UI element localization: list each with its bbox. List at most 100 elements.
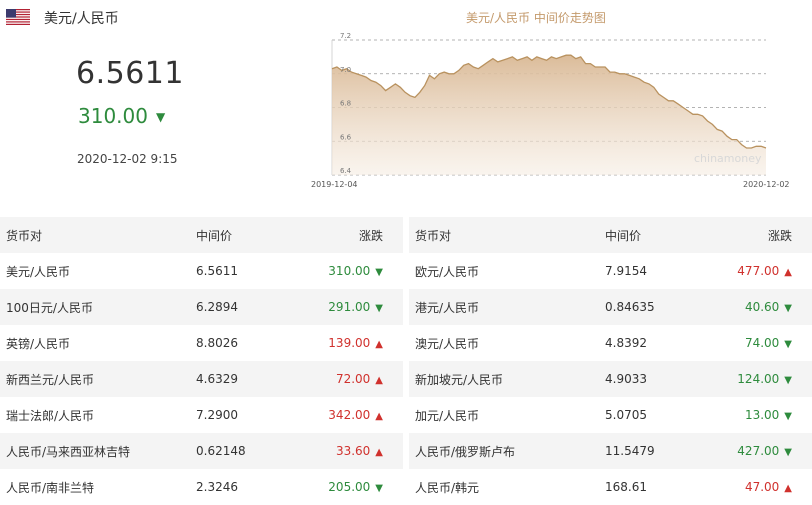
- table-row[interactable]: 人民币/韩元 168.61 47.00 ▲: [409, 469, 812, 505]
- pair-cell[interactable]: 新加坡元/人民币: [409, 361, 605, 397]
- table-row[interactable]: 英镑/人民币 8.8026 139.00 ▲: [0, 325, 403, 361]
- change-cell: 124.00 ▼: [717, 361, 812, 397]
- mid-cell: 11.5479: [605, 444, 655, 458]
- triangle-down-icon: ▼: [784, 303, 792, 314]
- pair-cell[interactable]: 人民币/韩元: [409, 469, 605, 505]
- table-row[interactable]: 澳元/人民币 4.8392 74.00 ▼: [409, 325, 812, 361]
- mid-cell: 4.6329: [196, 372, 238, 386]
- table-row[interactable]: 人民币/马来西亚林吉特 0.62148 33.60 ▲: [0, 433, 403, 469]
- change-value: 291.00: [328, 300, 371, 314]
- chart-title: 美元/人民币 中间价走势图: [466, 11, 606, 25]
- table-row[interactable]: 欧元/人民币 7.9154 477.00 ▲: [409, 253, 812, 289]
- table-row[interactable]: 港元/人民币 0.84635 40.60 ▼: [409, 289, 812, 325]
- change-cell: 33.60 ▲: [308, 433, 403, 469]
- change-value: 40.60: [744, 300, 780, 314]
- table-row[interactable]: 新西兰元/人民币 4.6329 72.00 ▲: [0, 361, 403, 397]
- triangle-up-icon: ▲: [784, 483, 792, 494]
- us-flag-icon: [6, 9, 30, 25]
- change-value: 477.00: [737, 264, 780, 278]
- pair-cell[interactable]: 人民币/马来西亚林吉特: [0, 433, 196, 469]
- table-header-row: 货币对 中间价 涨跌: [0, 217, 403, 253]
- mid-cell: 168.61: [605, 480, 647, 494]
- header-change: 涨跌: [767, 228, 792, 243]
- triangle-down-icon: ▼: [375, 483, 383, 494]
- pair-cell[interactable]: 瑞士法郎/人民币: [0, 397, 196, 433]
- triangle-down-icon: ▼: [784, 447, 792, 458]
- y-tick-label: 6.6: [340, 133, 352, 141]
- mid-cell: 0.62148: [196, 444, 246, 458]
- table-row[interactable]: 加元/人民币 5.0705 13.00 ▼: [409, 397, 812, 433]
- header-mid: 中间价: [196, 228, 233, 243]
- y-tick-label: 7.2: [340, 32, 351, 40]
- header-pair: 货币对: [6, 228, 43, 243]
- rate-change: 310.00 ▼: [78, 104, 165, 128]
- mid-cell: 5.0705: [605, 408, 647, 422]
- rates-table-left: 货币对 中间价 涨跌 美元/人民币 6.5611 310.00 ▼ 100日元/人民币 6…: [0, 217, 403, 505]
- change-cell: 40.60 ▼: [717, 289, 812, 325]
- mid-cell: 7.2900: [196, 408, 238, 422]
- table-row[interactable]: 瑞士法郎/人民币 7.2900 342.00 ▲: [0, 397, 403, 433]
- pair-cell[interactable]: 人民币/南非兰特: [0, 469, 196, 505]
- mid-cell: 8.8026: [196, 336, 238, 350]
- change-value: 427.00: [737, 444, 780, 458]
- table-row[interactable]: 美元/人民币 6.5611 310.00 ▼: [0, 253, 403, 289]
- triangle-down-icon: ▼: [375, 267, 383, 278]
- change-value: 33.60: [335, 444, 371, 458]
- triangle-down-icon: ▼: [155, 110, 166, 124]
- table-row[interactable]: 100日元/人民币 6.2894 291.00 ▼: [0, 289, 403, 325]
- rate-trend-chart: 7.2 7.0 6.8 6.6 6.4 chinamoney 2019-12-04 20…: [311, 32, 790, 189]
- table-row[interactable]: 新加坡元/人民币 4.9033 124.00 ▼: [409, 361, 812, 397]
- triangle-up-icon: ▲: [375, 411, 383, 422]
- y-tick-label: 6.4: [340, 167, 352, 175]
- y-tick-label: 6.8: [340, 100, 351, 108]
- mid-cell: 7.9154: [605, 264, 647, 278]
- pair-cell[interactable]: 加元/人民币: [409, 397, 605, 433]
- pair-cell[interactable]: 英镑/人民币: [0, 325, 196, 361]
- timestamp: 2020-12-02 9:15: [77, 152, 178, 166]
- change-cell: 291.00 ▼: [308, 289, 403, 325]
- change-cell: 310.00 ▼: [308, 253, 403, 289]
- change-cell: 13.00 ▼: [717, 397, 812, 433]
- triangle-down-icon: ▼: [784, 375, 792, 386]
- change-value: 139.00: [328, 336, 371, 350]
- header-change: 涨跌: [358, 228, 383, 243]
- pair-cell[interactable]: 港元/人民币: [409, 289, 605, 325]
- triangle-up-icon: ▲: [784, 267, 792, 278]
- pair-cell[interactable]: 欧元/人民币: [409, 253, 605, 289]
- change-cell: 74.00 ▼: [717, 325, 812, 361]
- triangle-up-icon: ▲: [375, 447, 383, 458]
- triangle-down-icon: ▼: [784, 411, 792, 422]
- change-value: 74.00: [744, 336, 780, 350]
- pair-cell[interactable]: 澳元/人民币: [409, 325, 605, 361]
- pair-cell[interactable]: 人民币/俄罗斯卢布: [409, 433, 605, 469]
- change-cell: 205.00 ▼: [308, 469, 403, 505]
- table-row[interactable]: 人民币/俄罗斯卢布 11.5479 427.00 ▼: [409, 433, 812, 469]
- x-end-label: 2020-12-02: [743, 180, 790, 189]
- change-value: 342.00: [328, 408, 371, 422]
- pair-cell[interactable]: 100日元/人民币: [0, 289, 196, 325]
- rates-table-right: 货币对 中间价 涨跌 欧元/人民币 7.9154 477.00 ▲ 港元/人民币 0.84…: [409, 217, 812, 505]
- change-value: 205.00: [328, 480, 371, 494]
- change-cell: 427.00 ▼: [717, 433, 812, 469]
- x-start-label: 2019-12-04: [311, 180, 358, 189]
- triangle-down-icon: ▼: [784, 339, 792, 350]
- mid-cell: 2.3246: [196, 480, 238, 494]
- change-value: 310.00: [328, 264, 371, 278]
- pair-cell[interactable]: 美元/人民币: [0, 253, 196, 289]
- pair-cell[interactable]: 新西兰元/人民币: [0, 361, 196, 397]
- current-rate: 6.5611: [76, 56, 184, 91]
- triangle-down-icon: ▼: [375, 303, 383, 314]
- mid-cell: 4.8392: [605, 336, 647, 350]
- table-row[interactable]: 人民币/南非兰特 2.3246 205.00 ▼: [0, 469, 403, 505]
- triangle-up-icon: ▲: [375, 339, 383, 350]
- chart-watermark: chinamoney: [694, 152, 762, 165]
- pair-title: 美元/人民币: [44, 11, 119, 27]
- mid-cell: 0.84635: [605, 300, 655, 314]
- header-pair: 货币对: [415, 228, 452, 243]
- mid-cell: 6.5611: [196, 264, 238, 278]
- mid-cell: 6.2894: [196, 300, 238, 314]
- triangle-up-icon: ▲: [375, 375, 383, 386]
- y-tick-label: 7.0: [340, 66, 351, 74]
- change-cell: 72.00 ▲: [308, 361, 403, 397]
- change-value: 13.00: [744, 408, 780, 422]
